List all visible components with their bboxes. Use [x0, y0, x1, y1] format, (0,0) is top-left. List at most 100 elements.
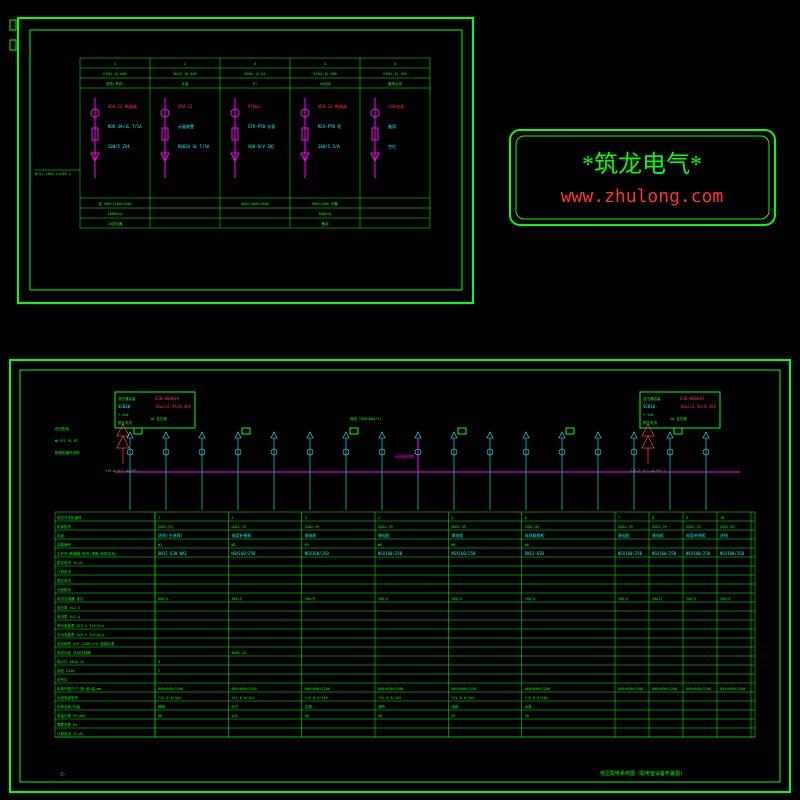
svg-text:NSX160/250: NSX160/250 — [686, 551, 711, 556]
svg-text:80: 80 — [158, 714, 162, 718]
svg-text:VD4-12: VD4-12 — [178, 104, 193, 109]
svg-text:变压器容量: 变压器容量 — [643, 396, 661, 401]
svg-text:NSX160/250: NSX160/250 — [378, 551, 403, 556]
svg-text:计量装置: 计量装置 — [178, 123, 194, 129]
svg-text:NSX160/250: NSX160/250 — [652, 551, 677, 556]
svg-text:YJV-0.6/1kV: YJV-0.6/1kV — [305, 696, 329, 700]
svg-text:计算电流: 计算电流 — [57, 569, 71, 574]
svg-text:60: 60 — [305, 714, 309, 718]
svg-text:按钮 LA18: 按钮 LA18 — [57, 668, 75, 673]
svg-text:200/5 ZX4: 200/5 ZX4 — [108, 144, 130, 149]
note: 注: — [60, 771, 66, 776]
svg-text:55: 55 — [451, 714, 455, 718]
svg-text:5: 5 — [394, 62, 396, 66]
cad-canvas: W(V)-10kV-LJ×50 L 1 KYN4-12-04B 进线(专线) VD4-… — [0, 0, 800, 800]
svg-text:2: 2 — [184, 62, 186, 66]
svg-text:备用: 备用 — [388, 123, 396, 129]
svg-text:进线(专线): 进线(专线) — [106, 81, 124, 86]
svg-text:YJV-0.6/1kV: YJV-0.6/1kV — [378, 696, 402, 700]
svg-text:YJV-0.6/1kV: YJV-0.6/1kV — [158, 696, 182, 700]
svg-text:分励脱扣: 分励脱扣 — [57, 587, 71, 592]
svg-text:800×600×2200: 800×600×2200 — [652, 687, 677, 691]
svg-text:照明: 照明 — [158, 705, 165, 709]
xfmr-left: 变压器容量 630~800kVA SCB10- 10±2×2.5%/0.4kV … — [105, 392, 195, 473]
svg-text:YJV-0.6/1kV: YJV-0.6/1kV — [231, 696, 255, 700]
watermark: *筑龙电气* www.zhulong.com — [510, 130, 775, 225]
svg-text:10: 10 — [720, 516, 724, 520]
svg-text:10±2×2.5%/0.4kV: 10±2×2.5%/0.4kV — [155, 404, 192, 409]
svg-text:800×600×2200: 800×600×2200 — [158, 687, 183, 691]
svg-text:800×600×2200: 800×600×2200 — [378, 687, 403, 691]
upper-panel-table: 1KYN4-12-04B进线(专线)VD4-12 断路器ROO-3A+1L T/… — [80, 58, 430, 228]
svg-text:整定电流: 整定电流 — [57, 578, 71, 583]
svg-text:RCX-PTB 柜: RCX-PTB 柜 — [318, 123, 341, 129]
svg-text:120: 120 — [231, 714, 237, 718]
svg-text:进线: 进线 — [720, 532, 728, 538]
svg-text:W1: W1 — [158, 543, 162, 547]
svg-text:负荷名称/用途: 负荷名称/用途 — [57, 704, 81, 709]
svg-text:800×600×2200: 800×600×2200 — [618, 687, 643, 691]
svg-text:W4: W4 — [378, 543, 382, 547]
svg-text:主开关(断路器)型号/规格(壳架电流): 主开关(断路器)型号/规格(壳架电流) — [57, 551, 117, 556]
svg-text:8: 8 — [652, 516, 654, 520]
svg-text:KYN4-12-18A: KYN4-12-18A — [383, 72, 407, 76]
svg-text:用途: 用途 — [57, 533, 64, 538]
svg-text:9: 9 — [686, 516, 688, 520]
svg-text:空位: 空位 — [388, 143, 396, 149]
svg-text:Y,Yn0: Y,Yn0 — [118, 413, 129, 417]
svg-text:馈电柜: 馈电柜 — [618, 532, 630, 538]
svg-text:馈电柜: 馈电柜 — [378, 532, 390, 538]
svg-text:200/5: 200/5 — [378, 597, 389, 601]
svg-text:SCB10-: SCB10- — [118, 404, 132, 409]
svg-text:柜体外型尺寸(宽×深×高)mm: 柜体外型尺寸(宽×深×高)mm — [57, 686, 101, 691]
svg-text:HKGG-10-04B: HKGG-10-04B — [173, 72, 196, 76]
svg-text:DW15-630: DW15-630 — [525, 551, 545, 556]
svg-text:2: 2 — [231, 516, 233, 520]
svg-text:7: 7 — [618, 516, 620, 520]
svg-text:GGD2-39: GGD2-39 — [652, 525, 667, 529]
svg-text:NSX160/250: NSX160/250 — [231, 551, 256, 556]
svg-text:GGD2-39: GGD2-39 — [451, 525, 466, 529]
svg-text:GGD2-39: GGD2-39 — [618, 525, 633, 529]
svg-text:备用出线: 备用出线 — [388, 81, 402, 86]
svg-text:90: 90 — [378, 714, 382, 718]
svg-text:动力: 动力 — [231, 704, 238, 709]
svg-text:至 800×1500×2200: 至 800×1500×2200 — [98, 202, 131, 206]
svg-text:进线(主进线): 进线(主进线) — [158, 532, 183, 538]
svg-text:电流表 6L2-A: 电流表 6L2-A — [57, 614, 81, 619]
bus-label: W(V)-10kV-LJ×50 L — [35, 172, 71, 176]
bus-right: 2# 变压器 — [670, 416, 687, 421]
svg-text:低压配电: 低压配电 — [55, 426, 69, 431]
svg-text:电容补偿柜: 电容补偿柜 — [231, 532, 251, 538]
svg-text:GGD2-39: GGD2-39 — [378, 525, 393, 529]
svg-text:1: 1 — [114, 62, 116, 66]
param-cells: 1GGD2-63进线(主进线)W1DW15-630 NA1600/5800×60… — [158, 516, 745, 718]
svg-text:200/5: 200/5 — [720, 597, 731, 601]
svg-text:变压器容量: 变压器容量 — [118, 396, 136, 401]
svg-text:消防: 消防 — [378, 704, 386, 709]
svg-text:W3: W3 — [305, 543, 309, 547]
svg-text:VD4-12 断路器: VD4-12 断路器 — [108, 103, 137, 109]
svg-text:200/5: 200/5 — [451, 597, 462, 601]
feeders — [127, 428, 709, 510]
svg-text:WL/PJ H1 RT: WL/PJ H1 RT — [55, 439, 79, 443]
svg-text:NSX160/250: NSX160/250 — [618, 551, 643, 556]
svg-text:电流互感器 变比: 电流互感器 变比 — [57, 596, 84, 601]
svg-text:300/5: 300/5 — [305, 597, 316, 601]
svg-text:200/5: 200/5 — [652, 597, 663, 601]
svg-text:3: 3 — [158, 660, 160, 664]
svg-text:KYN4-12-04B: KYN4-12-04B — [103, 72, 126, 76]
bus-mid: 母线（800×800/1) — [350, 416, 382, 421]
svg-text:计量: 计量 — [182, 81, 189, 86]
svg-text:KYN4-12-02: KYN4-12-02 — [244, 72, 265, 76]
param-table: 低压开关柜编号柜体型号用途回路编号主开关(断路器)型号/规格(壳架电流)额定电流… — [55, 512, 755, 737]
svg-text:空调: 空调 — [305, 704, 312, 709]
svg-text:馈电柜: 馈电柜 — [451, 532, 463, 538]
svg-text:母线联络柜: 母线联络柜 — [525, 532, 545, 538]
svg-text:GGD2-33: GGD2-33 — [231, 525, 246, 529]
svg-text:GGD2-33: GGD2-33 — [686, 525, 701, 529]
svg-text:1#出线: 1#出线 — [319, 81, 331, 86]
svg-text:低压开关柜编号: 低压开关柜编号 — [57, 515, 82, 520]
svg-text:电压表 6L2-V: 电压表 6L2-V — [57, 605, 81, 610]
svg-text:额定电流 In(A): 额定电流 In(A) — [57, 560, 84, 565]
